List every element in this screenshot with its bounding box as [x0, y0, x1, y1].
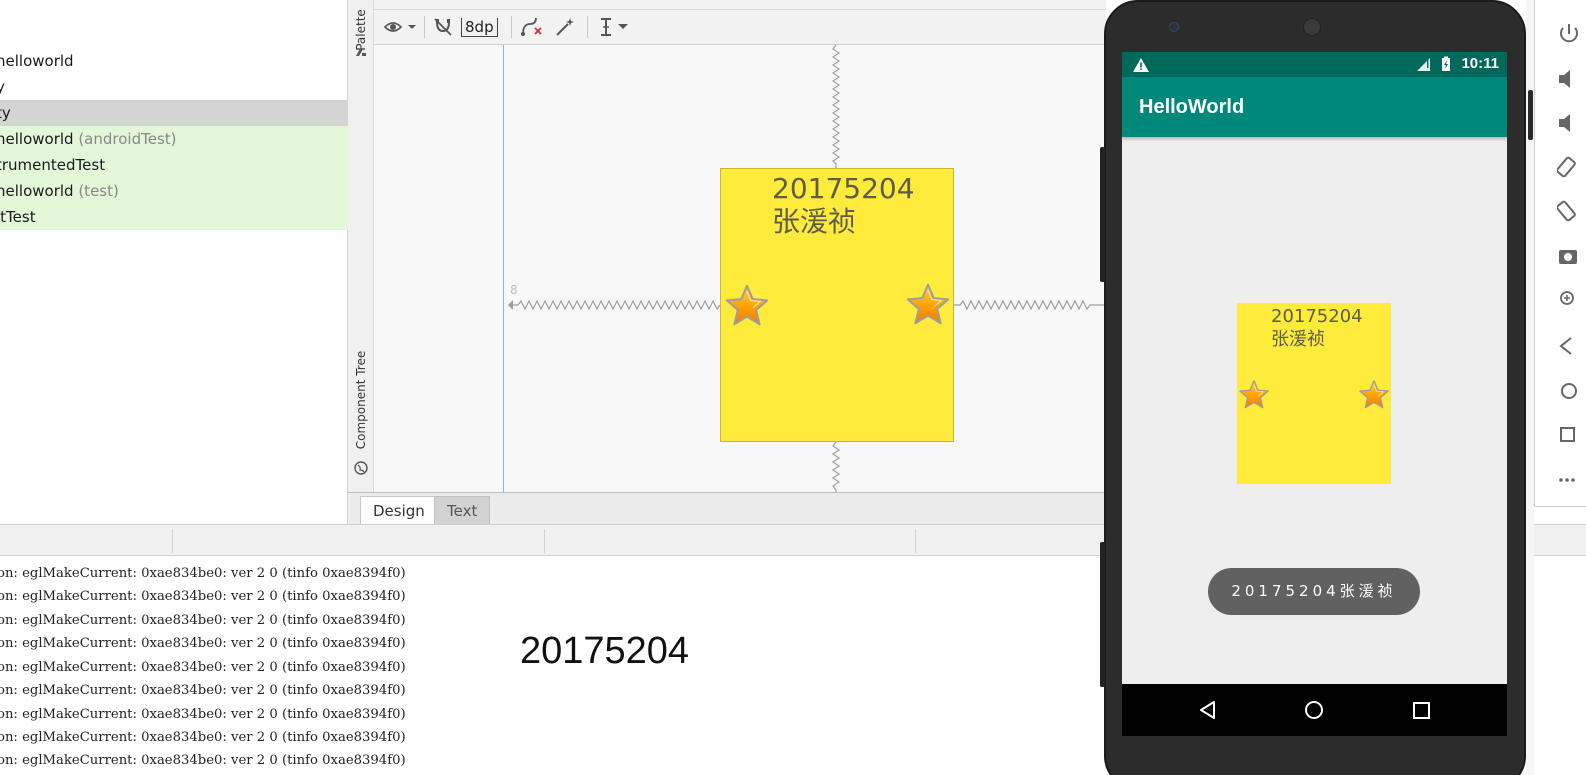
nav-overview-icon[interactable] [1407, 696, 1435, 724]
home-icon[interactable] [1557, 378, 1586, 404]
tree-row[interactable]: trumentedTest [0, 152, 348, 178]
tree-row-selected[interactable]: ty [0, 100, 348, 126]
globe-icon [349, 458, 373, 478]
zoom-icon[interactable] [1557, 286, 1586, 312]
toolbar-separator [587, 16, 588, 38]
power-icon[interactable] [1557, 22, 1586, 48]
status-time: 10:11 [1461, 55, 1499, 72]
log-line: on: eglMakeCurrent: 0xae834be0: ver 2 0 … [0, 613, 406, 628]
device-navigation-bar [1122, 684, 1507, 736]
rotate-right-icon[interactable] [1557, 199, 1586, 225]
design-canvas[interactable]: 8 20175204 张湲祯 [374, 45, 1106, 492]
toolbar-separator [424, 16, 425, 38]
side-tool-strip: Palette Component Tree [348, 0, 374, 492]
overlay-number-text: 20175204 [520, 630, 690, 672]
more-icon[interactable] [1557, 466, 1586, 492]
app-title: HelloWorld [1139, 96, 1245, 118]
nav-back-icon[interactable] [1194, 696, 1222, 724]
tree-row[interactable]: itTest [0, 204, 348, 230]
palette-icon [349, 40, 373, 62]
app-bar: HelloWorld [1122, 77, 1507, 137]
volume-down-icon[interactable] [1557, 110, 1586, 136]
component-tree-tab[interactable]: Component Tree [349, 340, 373, 460]
clear-constraints-icon[interactable] [520, 14, 544, 40]
camera-icon[interactable] [1557, 244, 1586, 270]
tree-row[interactable]: helloworld (test) [0, 178, 348, 204]
device-widget[interactable]: 20175204 张湲祯 [1237, 303, 1391, 484]
log-line: on: eglMakeCurrent: 0xae834be0: ver 2 0 … [0, 566, 406, 581]
log-line: on: eglMakeCurrent: 0xae834be0: ver 2 0 … [0, 753, 406, 768]
emulator-frame-edge [1526, 0, 1534, 775]
log-line: on: eglMakeCurrent: 0xae834be0: ver 2 0 … [0, 683, 406, 698]
log-line: on: eglMakeCurrent: 0xae834be0: ver 2 0 … [0, 589, 406, 604]
infer-constraints-wand-icon[interactable] [554, 14, 576, 40]
log-line: on: eglMakeCurrent: 0xae834be0: ver 2 0 … [0, 636, 406, 651]
nav-home-icon[interactable] [1300, 696, 1328, 724]
autoconnect-off-icon[interactable] [432, 14, 454, 40]
status-bar: 10:11 [1122, 52, 1507, 77]
device-screen[interactable]: 10:11 HelloWorld 20175204 张湲祯 20175204张湲… [1122, 52, 1507, 736]
volume-up-icon[interactable] [1557, 66, 1586, 92]
tree-row[interactable]: helloworld (androidTest) [0, 126, 348, 152]
overview-icon[interactable] [1557, 422, 1586, 448]
log-line: on: eglMakeCurrent: 0xae834be0: ver 2 0 … [0, 660, 406, 675]
star-icon [1359, 380, 1389, 409]
warning-icon [1133, 58, 1149, 72]
layout-editor-toolbar: 8dp [374, 0, 1106, 45]
tree-row[interactable]: helloworld [0, 48, 348, 74]
device-widget-text: 20175204 张湲祯 [1271, 306, 1363, 350]
star-icon [906, 283, 950, 325]
star-icon [725, 284, 769, 326]
signal-icon [1417, 58, 1430, 71]
camera-lens [1169, 22, 1179, 32]
back-icon[interactable] [1557, 333, 1586, 359]
rotate-left-icon[interactable] [1557, 155, 1586, 181]
log-line: on: eglMakeCurrent: 0xae834be0: ver 2 0 … [0, 707, 406, 722]
project-tree-panel: helloworld y ty helloworld (androidTest)… [0, 0, 348, 524]
view-options-eye-icon[interactable] [384, 14, 420, 40]
tab-text[interactable]: Text [434, 496, 491, 525]
editor-mode-tabs: Design Text [348, 492, 1106, 525]
speaker-grille [1303, 18, 1321, 36]
tree-row[interactable]: y [0, 74, 348, 100]
toolbar-top-divider [374, 0, 1106, 10]
tab-design[interactable]: Design [360, 496, 438, 525]
toast-message: 20175204张湲祯 [1208, 568, 1420, 615]
toolbar-separator [511, 16, 512, 38]
widget-text: 20175204 张湲祯 [772, 172, 915, 238]
battery-charging-icon [1442, 56, 1450, 71]
guidelines-menu-icon[interactable] [596, 14, 632, 40]
default-margins-button[interactable]: 8dp [461, 14, 498, 40]
emulator-side-toolbar [1534, 0, 1586, 507]
margin-label: 8 [510, 283, 518, 297]
log-line: on: eglMakeCurrent: 0xae834be0: ver 2 0 … [0, 730, 406, 745]
star-icon [1239, 380, 1269, 409]
layout-widget-preview[interactable]: 20175204 张湲祯 [720, 168, 954, 442]
